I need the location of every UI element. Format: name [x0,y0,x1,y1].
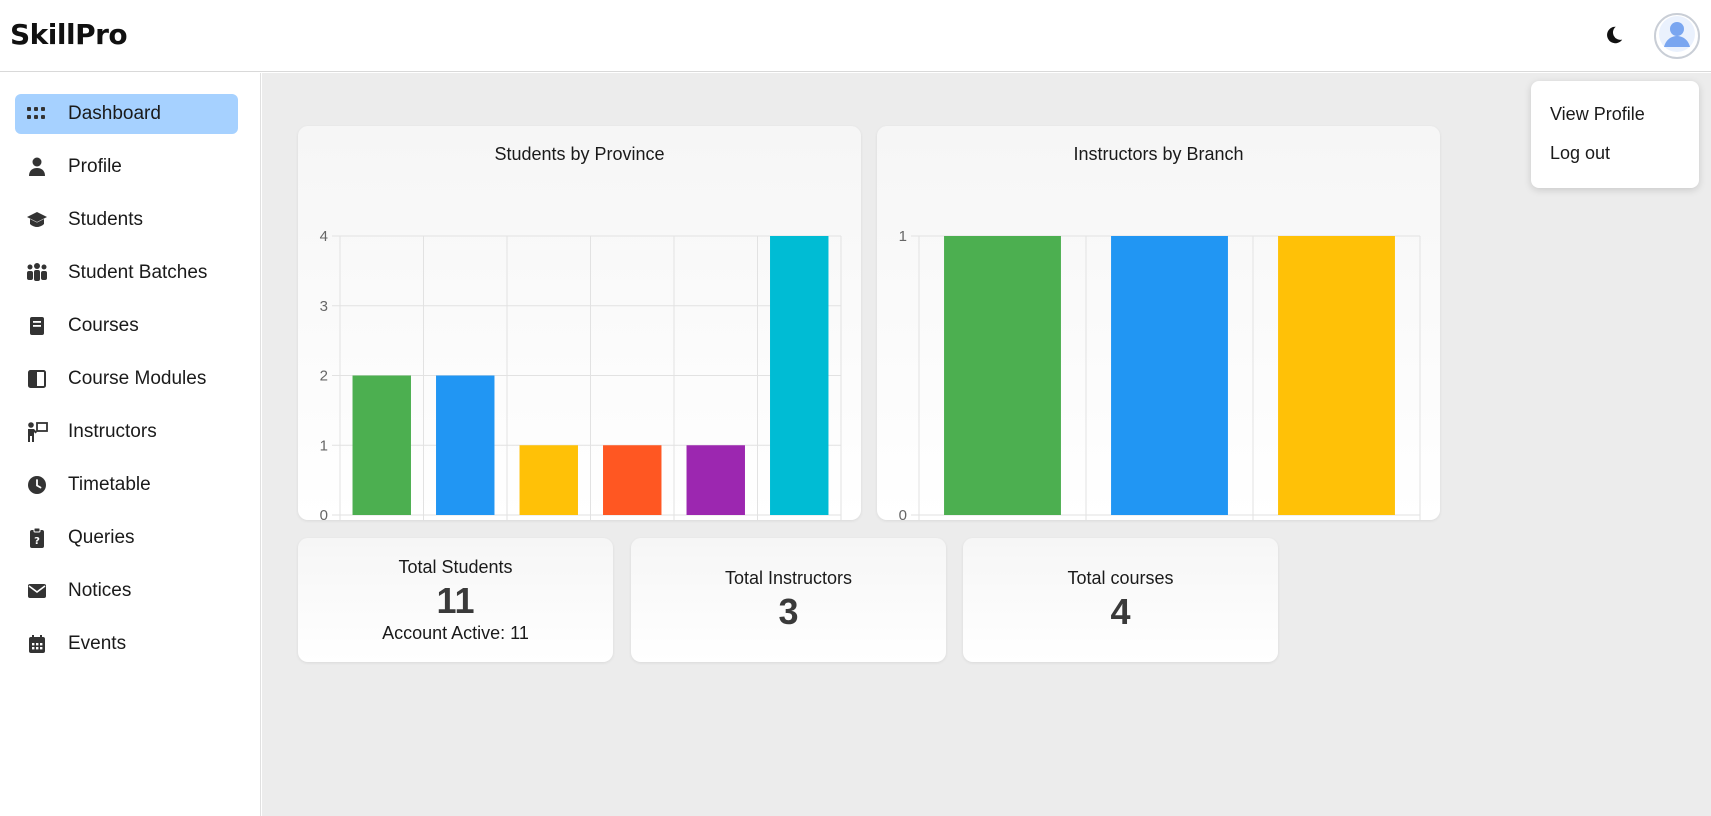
instructor-icon [26,421,48,443]
total-instructors-card: Total Instructors 3 [631,538,946,662]
main-content: Students by Province 01234CentralEastern… [262,73,1711,816]
sidebar-item-label: Profile [68,156,122,177]
stat-label: Total courses [1067,568,1174,588]
clock-icon [26,474,48,496]
sidebar-item-label: Courses [68,315,139,336]
students-by-province-card: Students by Province 01234CentralEastern… [298,126,861,520]
y-tick-label: 4 [320,228,328,245]
calendar-icon [26,633,48,655]
stat-label: Total Instructors [724,568,853,588]
moon-icon [1602,24,1624,51]
book-icon [26,315,48,337]
bar-kandy [1111,236,1228,515]
y-tick-label: 0 [320,507,328,520]
sidebar-item-label: Notices [68,580,132,601]
bar-western [770,236,829,515]
sidebar-item-instructors[interactable]: Instructors [15,412,238,452]
sidebar-item-label: Course Modules [68,368,207,389]
graduation-cap-icon [26,209,48,231]
sidebar-item-label: Students [68,209,143,230]
bar-northern [519,445,578,515]
stat-value: 3 [778,591,799,632]
sidebar-item-student-batches[interactable]: Student Batches [15,253,238,293]
user-menu-dropdown: View Profile Log out [1531,81,1699,188]
view-profile-menu-item[interactable]: View Profile [1550,104,1645,125]
svg-text:?: ? [34,536,40,547]
sidebar-item-course-modules[interactable]: Course Modules [15,359,238,399]
bar-eastern [436,375,495,515]
total-students-card: Total Students 11 Account Active: 11 [298,538,613,662]
y-tick-label: 0 [899,507,907,520]
sidebar-item-label: Queries [68,527,135,548]
total-courses-card: Total courses 4 [963,538,1278,662]
bar-southern [603,445,662,515]
y-tick-label: 3 [320,298,328,315]
sidebar-item-label: Instructors [68,421,157,442]
sidebar-item-courses[interactable]: Courses [15,306,238,346]
stat-subtext: Account Active: 11 [382,623,529,643]
sidebar-item-notices[interactable]: Notices [15,571,238,611]
bar-matara [1278,236,1395,515]
stat-value: 11 [436,580,475,621]
envelope-icon [26,580,48,602]
sidebar: Dashboard Profile Students Student Batch… [0,73,261,816]
sidebar-item-label: Events [68,633,127,654]
sidebar-item-label: Dashboard [68,103,161,124]
people-group-icon [26,262,48,284]
bar-uva [686,445,745,515]
sidebar-item-label: Student Batches [68,262,208,283]
top-bar: SkillPro [0,0,1711,72]
stat-label: Total Students [398,557,513,577]
log-out-menu-item[interactable]: Log out [1550,143,1610,164]
app-logo[interactable]: SkillPro [10,18,128,51]
bar-colombo [944,236,1061,515]
sidebar-item-events[interactable]: Events [15,624,238,664]
open-book-icon [26,368,48,390]
grid-icon [26,103,48,125]
theme-toggle-button[interactable] [1598,22,1628,52]
sidebar-item-dashboard[interactable]: Dashboard [15,94,238,134]
sidebar-item-label: Timetable [68,474,151,495]
sidebar-item-queries[interactable]: ? Queries [15,518,238,558]
sidebar-item-profile[interactable]: Profile [15,147,238,187]
bar-central [352,375,411,515]
students-by-province-chart: 01234CentralEasternNorthernSouthernUvaWe… [320,228,842,520]
user-avatar-button[interactable] [1654,13,1700,59]
y-tick-label: 2 [320,368,328,385]
y-tick-label: 1 [320,437,328,454]
sidebar-item-timetable[interactable]: Timetable [15,465,238,505]
stat-value: 4 [1110,591,1131,632]
y-tick-label: 1 [899,228,907,245]
sidebar-item-students[interactable]: Students [15,200,238,240]
clipboard-question-icon: ? [26,527,48,549]
instructors-by-branch-card: Instructors by Branch 01ColomboKandyMata… [877,126,1440,520]
instructors-by-branch-chart: 01ColomboKandyMatara [899,228,1421,520]
person-icon [26,156,48,178]
user-avatar-icon [1658,15,1696,57]
